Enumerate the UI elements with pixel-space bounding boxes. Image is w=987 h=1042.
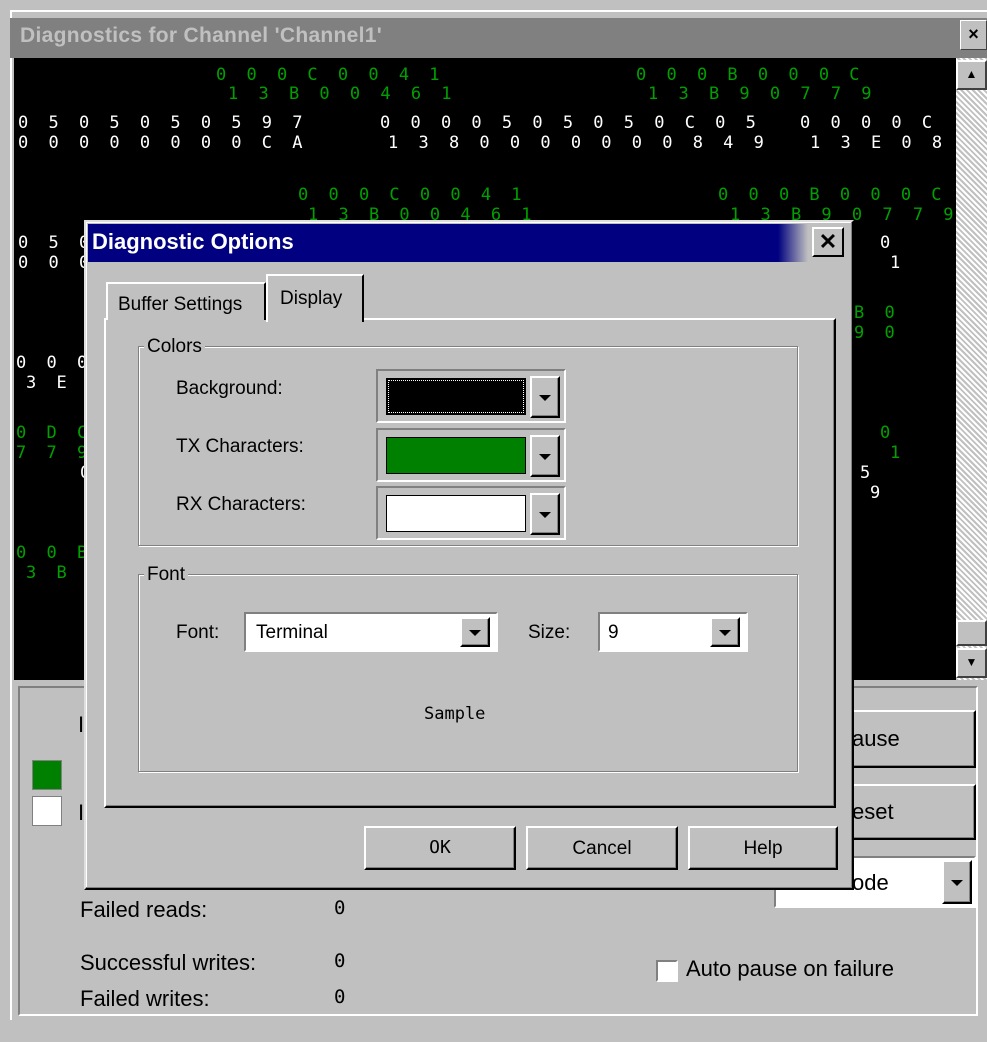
tx-color-swatch bbox=[32, 760, 62, 790]
auto-pause-label: Auto pause on failure bbox=[686, 956, 894, 981]
successful-writes-value: 0 bbox=[334, 950, 346, 972]
font-select[interactable]: Terminal bbox=[244, 612, 498, 652]
terminal-line-tx: 0 D C bbox=[16, 423, 93, 443]
diagnostics-window-close-button[interactable]: × bbox=[960, 20, 987, 50]
terminal-line-rx: 9 bbox=[870, 483, 886, 503]
tx-characters-color-picker[interactable] bbox=[376, 428, 566, 482]
font-group bbox=[138, 574, 798, 772]
auto-pause-checkbox[interactable] bbox=[656, 960, 678, 982]
failed-reads-label: Failed reads: bbox=[80, 897, 208, 922]
tx-characters-dropdown-arrow-icon[interactable] bbox=[530, 435, 560, 477]
reset-button-label: eset bbox=[852, 799, 894, 824]
size-select-value: 9 bbox=[608, 622, 619, 643]
terminal-line-tx: 7 7 9 bbox=[16, 443, 93, 463]
successful-writes-label: Successful writes: bbox=[80, 950, 257, 975]
terminal-scrollbar[interactable]: ▲ ▼ bbox=[956, 58, 987, 680]
terminal-line-tx: 0 0 0 B 0 0 0 C bbox=[636, 65, 865, 85]
failed-writes-value: 0 bbox=[334, 986, 346, 1008]
terminal-line-rx: 0 5 0 5 0 5 0 5 9 7 bbox=[18, 113, 308, 133]
terminal-line-rx: 5 bbox=[860, 463, 876, 483]
scroll-thumb[interactable] bbox=[956, 620, 987, 646]
terminal-line-rx: 0 0 0 0 0 0 0 0 C A bbox=[18, 133, 308, 153]
terminal-line-rx: 1 bbox=[890, 253, 906, 273]
dialog-title: Diagnostic Options bbox=[92, 229, 294, 254]
rx-characters-color-swatch bbox=[386, 495, 526, 532]
rx-characters-color-picker[interactable] bbox=[376, 486, 566, 540]
terminal-line-rx: 0 bbox=[880, 233, 896, 253]
mode-dropdown-arrow-icon[interactable] bbox=[942, 860, 972, 904]
terminal-line-rx: 1 3 E 0 8 bbox=[810, 133, 948, 153]
rx-characters-dropdown-arrow-icon[interactable] bbox=[530, 493, 560, 535]
terminal-line-rx: 0 0 0 bbox=[16, 353, 93, 373]
rx-color-swatch bbox=[32, 796, 62, 826]
size-select[interactable]: 9 bbox=[598, 612, 748, 652]
terminal-line-tx: B 0 bbox=[854, 303, 900, 323]
terminal-line-rx: 0 0 0 0 5 0 5 0 5 0 C 0 5 bbox=[380, 113, 761, 133]
failed-reads-value: 0 bbox=[334, 897, 346, 919]
colors-group-label: Colors bbox=[144, 336, 205, 358]
pause-button-label: ause bbox=[852, 726, 900, 751]
font-select-value: Terminal bbox=[256, 622, 328, 643]
tx-characters-color-swatch bbox=[386, 437, 526, 474]
size-dropdown-arrow-icon[interactable] bbox=[710, 617, 740, 647]
font-group-label: Font bbox=[144, 564, 189, 586]
tab-buffer-settings[interactable]: Buffer Settings bbox=[106, 282, 266, 320]
terminal-line-tx: 0 0 0 C 0 0 4 1 bbox=[216, 65, 445, 85]
font-sample-text: Sample bbox=[424, 704, 486, 724]
cancel-button[interactable]: Cancel bbox=[526, 826, 678, 870]
terminal-line-tx: 0 0 B bbox=[16, 543, 93, 563]
help-button-label: Help bbox=[743, 838, 783, 859]
ok-button-label: OK bbox=[429, 837, 451, 858]
ok-button[interactable]: OK bbox=[364, 826, 516, 870]
help-button[interactable]: Help bbox=[688, 826, 838, 870]
cancel-button-label: Cancel bbox=[572, 838, 632, 859]
tab-display[interactable]: Display bbox=[266, 274, 364, 322]
background-color-dropdown-arrow-icon[interactable] bbox=[530, 376, 560, 418]
terminal-line-rx: 0 0 0 0 C bbox=[800, 113, 938, 133]
mode-select-value: ode bbox=[852, 870, 889, 895]
terminal-line-tx: 1 3 B 0 0 4 6 1 bbox=[228, 84, 457, 104]
diagnostics-window-title: Diagnostics for Channel 'Channel1' bbox=[20, 24, 383, 47]
terminal-line-tx: 0 0 0 C 0 0 4 1 bbox=[298, 185, 527, 205]
failed-writes-label: Failed writes: bbox=[80, 986, 210, 1011]
scroll-down-button[interactable]: ▼ bbox=[956, 648, 987, 678]
terminal-line-tx: 0 bbox=[880, 423, 896, 443]
terminal-line-tx: 0 0 0 B 0 0 0 C bbox=[718, 185, 947, 205]
size-label: Size: bbox=[528, 622, 571, 643]
terminal-line-tx: 1 bbox=[890, 443, 906, 463]
terminal-line-rx: 0 0 0 bbox=[18, 253, 95, 273]
terminal-line-tx: 1 3 B 9 0 7 7 9 bbox=[648, 84, 877, 104]
background-color-label: Background: bbox=[176, 378, 283, 399]
terminal-line-tx: 9 0 bbox=[854, 323, 900, 343]
scroll-up-button[interactable]: ▲ bbox=[956, 60, 987, 90]
background-color-picker[interactable] bbox=[376, 369, 566, 423]
dialog-close-button[interactable]: ✕ bbox=[812, 227, 844, 257]
rx-characters-label: RX Characters: bbox=[176, 494, 306, 515]
terminal-line-rx: 1 3 8 0 0 0 0 0 0 0 8 4 9 bbox=[388, 133, 769, 153]
background-color-swatch bbox=[386, 378, 526, 415]
tab-buffer-settings-label: Buffer Settings bbox=[118, 294, 243, 315]
tab-display-label: Display bbox=[280, 288, 343, 309]
font-label: Font: bbox=[176, 622, 220, 643]
font-dropdown-arrow-icon[interactable] bbox=[460, 617, 490, 647]
tx-characters-label: TX Characters: bbox=[176, 436, 304, 457]
